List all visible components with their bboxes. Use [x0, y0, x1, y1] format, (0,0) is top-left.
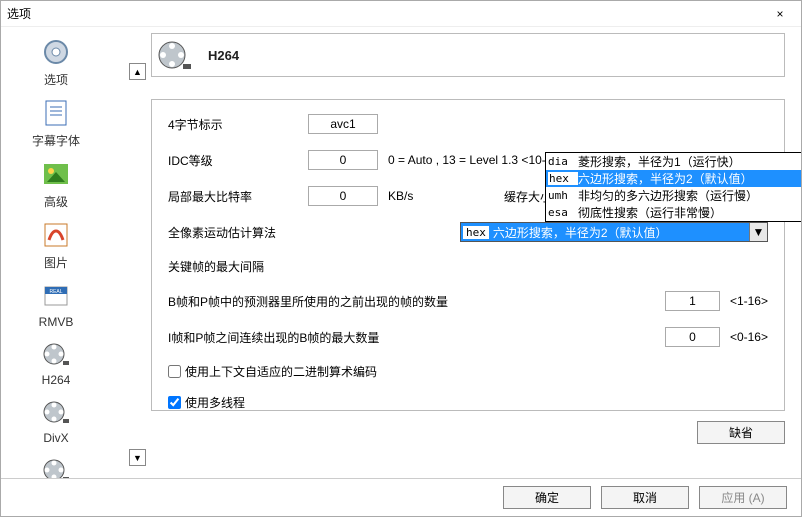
- default-button[interactable]: 缺省: [697, 421, 785, 444]
- sidebar-item-subtitle-font[interactable]: 字幕字体: [16, 94, 96, 151]
- titlebar: 选项 ×: [1, 1, 801, 27]
- film-reel-icon: [39, 453, 73, 478]
- idc-level-input[interactable]: [308, 150, 378, 170]
- local-max-bitrate-label: 局部最大比特率: [168, 188, 308, 205]
- svg-text:REAL: REAL: [49, 289, 62, 295]
- sidebar-item-label: H264: [42, 373, 71, 387]
- dropdown-option-hex[interactable]: hex 六边形搜索，半径为2（默认值）: [546, 170, 801, 187]
- film-reel-icon: [39, 395, 73, 429]
- sidebar-item-label: 图片: [44, 254, 68, 271]
- ip-bframe-range: <0-16>: [730, 330, 768, 344]
- sidebar-item-label: 选项: [44, 71, 68, 88]
- window-title: 选项: [7, 5, 31, 22]
- paint-icon: [39, 218, 73, 252]
- sidebar-item-advanced[interactable]: 高级: [16, 155, 96, 212]
- bp-predictor-range: <1-16>: [730, 294, 768, 308]
- sidebar-item-rmvb[interactable]: REAL RMVB: [16, 277, 96, 331]
- option-text: 菱形搜索，半径为1（运行快）: [578, 153, 741, 170]
- bp-predictor-label: B帧和P帧中的预测器里所使用的之前出现的帧的数量: [168, 293, 448, 310]
- multithread-checkbox[interactable]: [168, 396, 181, 409]
- sidebar: 选项 字幕字体 高级 图片 REAL RMVB H264: [1, 27, 111, 478]
- sidebar-item-label: 高级: [44, 193, 68, 210]
- cancel-button[interactable]: 取消: [601, 486, 689, 509]
- option-text: 六边形搜索，半径为2（默认值）: [578, 170, 753, 187]
- close-icon[interactable]: ×: [765, 7, 795, 21]
- cache-size-label: 缓存大小: [484, 188, 552, 205]
- fourcc-label: 4字节标示: [168, 116, 308, 133]
- option-text: 彻底性搜索（运行非常慢）: [578, 204, 722, 221]
- cabac-label: 使用上下文自适应的二进制算术编码: [185, 363, 377, 380]
- fullpixel-me-label: 全像素运动估计算法: [168, 224, 308, 241]
- option-code: dia: [548, 155, 578, 168]
- option-code: hex: [548, 172, 578, 185]
- ip-bframe-label: I帧和P帧之间连续出现的B帧的最大数量: [168, 329, 379, 346]
- real-icon: REAL: [39, 279, 73, 313]
- option-code: esa: [548, 206, 578, 219]
- bp-predictor-input[interactable]: [665, 291, 720, 311]
- sidebar-item-picture[interactable]: 图片: [16, 216, 96, 273]
- fourcc-input[interactable]: [308, 114, 378, 134]
- idc-level-label: IDC等级: [168, 152, 308, 169]
- apply-button[interactable]: 应用 (A): [699, 486, 787, 509]
- keyframe-interval-label: 关键帧的最大间隔: [168, 258, 264, 275]
- option-code: umh: [548, 189, 578, 202]
- dropdown-option-esa[interactable]: esa 彻底性搜索（运行非常慢）: [546, 204, 801, 221]
- options-window: 选项 × ▲ 选项 字幕字体 高级 图片 REAL RMVB: [0, 0, 802, 517]
- page-title: H264: [208, 48, 239, 63]
- option-text: 非均匀的多六边形搜索（运行慢）: [578, 187, 758, 204]
- fullpixel-me-dropdown[interactable]: dia 菱形搜索，半径为1（运行快） hex 六边形搜索，半径为2（默认值） u…: [545, 152, 801, 222]
- fullpixel-me-select[interactable]: hex 六边形搜索，半径为2（默认值） ▼: [460, 222, 768, 242]
- ok-button[interactable]: 确定: [503, 486, 591, 509]
- sidebar-item-xvid[interactable]: Xvid: [16, 451, 96, 478]
- ip-bframe-input[interactable]: [665, 327, 720, 347]
- sidebar-item-label: RMVB: [39, 315, 74, 329]
- chevron-down-icon: ▼: [749, 223, 767, 241]
- film-reel-icon: [39, 337, 73, 371]
- settings-form: 4字节标示 IDC等级 0 = Auto , 13 = Level 1.3 <1…: [151, 99, 785, 411]
- sidebar-item-divx[interactable]: DivX: [16, 393, 96, 447]
- local-max-bitrate-input[interactable]: [308, 186, 378, 206]
- default-button-wrap: 缺省: [697, 421, 785, 444]
- sidebar-item-h264[interactable]: H264: [16, 335, 96, 389]
- gear-icon: [39, 35, 73, 69]
- select-code: hex: [463, 226, 489, 239]
- dialog-footer: 确定 取消 应用 (A): [1, 478, 801, 516]
- window-body: ▲ 选项 字幕字体 高级 图片 REAL RMVB: [1, 27, 801, 478]
- film-reel-icon: [152, 33, 196, 77]
- sidebar-item-label: DivX: [43, 431, 68, 445]
- local-max-bitrate-unit: KB/s: [388, 189, 444, 203]
- photo-icon: [39, 157, 73, 191]
- idc-level-note: 0 = Auto , 13 = Level 1.3 <10-51>: [388, 153, 566, 167]
- main-panel: H264 4字节标示 IDC等级 0 = Auto , 13 = Level 1…: [111, 27, 801, 478]
- sidebar-item-label: 字幕字体: [32, 132, 80, 149]
- page-header: H264: [151, 33, 785, 77]
- multithread-label: 使用多线程: [185, 394, 245, 411]
- select-text: 六边形搜索，半径为2（默认值）: [493, 224, 767, 241]
- document-icon: [39, 96, 73, 130]
- sidebar-item-options[interactable]: 选项: [16, 33, 96, 90]
- cabac-checkbox[interactable]: [168, 365, 181, 378]
- dropdown-option-dia[interactable]: dia 菱形搜索，半径为1（运行快）: [546, 153, 801, 170]
- dropdown-option-umh[interactable]: umh 非均匀的多六边形搜索（运行慢）: [546, 187, 801, 204]
